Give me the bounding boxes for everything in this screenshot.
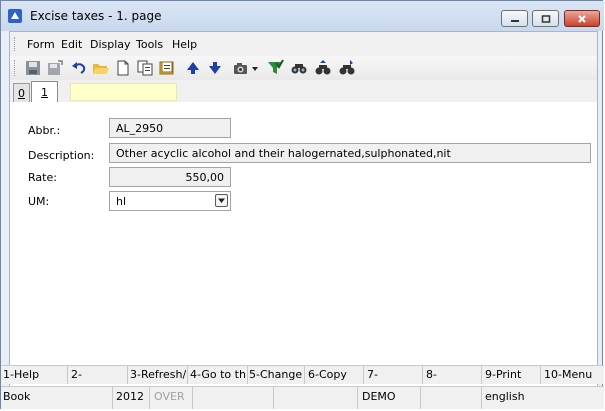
status-database: DEMO: [362, 390, 396, 403]
filter-check-icon[interactable]: [266, 59, 284, 77]
arrow-up-icon[interactable]: [184, 59, 202, 77]
menu-edit[interactable]: Edit: [61, 38, 82, 51]
tab-page-1[interactable]: 1: [31, 81, 58, 103]
form-panel: Abbr.: AL_2950 Description: Other acycli…: [10, 102, 597, 364]
fkey-5[interactable]: 5-Change: [249, 368, 304, 381]
separator: [273, 387, 274, 409]
new-document-icon[interactable]: [114, 59, 132, 77]
rate-label: Rate:: [28, 171, 57, 184]
status-mode: OVER: [154, 390, 185, 403]
description-field[interactable]: Other acyclic alcohol and their halogern…: [109, 143, 591, 163]
save-icon[interactable]: [24, 59, 42, 77]
form-area: Form Edit Display Tools Help 0 1 Abbr.: …: [9, 31, 598, 402]
toolbar: [10, 56, 597, 81]
menu-form[interactable]: Form: [27, 38, 55, 51]
status-bar: Book 2012 OVER DEMO english: [1, 386, 604, 409]
close-icon: [578, 14, 586, 23]
separator: [192, 387, 193, 409]
app-icon: [8, 9, 22, 23]
description-label: Description:: [28, 149, 95, 162]
separator: [149, 387, 150, 409]
um-label: UM:: [28, 195, 50, 208]
fkey-8[interactable]: 8-: [426, 368, 480, 381]
um-selected-value: hl: [116, 195, 127, 208]
menu-display[interactable]: Display: [90, 38, 131, 51]
function-key-bar: 1-Help 2- 3-Refresh/f 4-Go to the 5-Chan…: [1, 365, 604, 384]
menu-tools[interactable]: Tools: [136, 38, 163, 51]
abbr-field[interactable]: AL_2950: [109, 118, 231, 138]
minimize-button[interactable]: [501, 10, 528, 27]
minimize-icon: [510, 19, 519, 22]
find-next-icon[interactable]: [338, 59, 356, 77]
fkey-7[interactable]: 7-: [367, 368, 421, 381]
separator: [363, 366, 364, 384]
dropdown-arrow-icon[interactable]: [250, 59, 260, 77]
undo-icon[interactable]: [70, 59, 88, 77]
close-button[interactable]: [564, 10, 600, 27]
separator: [67, 366, 68, 384]
status-language: english: [485, 390, 525, 403]
toolbar-grip: [14, 60, 18, 76]
fkey-9[interactable]: 9-Print: [485, 368, 539, 381]
separator: [357, 387, 358, 409]
menu-bar: Form Edit Display Tools Help: [10, 32, 597, 57]
copy-document-icon[interactable]: [136, 59, 154, 77]
rate-field[interactable]: 550,00: [109, 167, 231, 187]
separator: [187, 366, 188, 384]
window-title: Excise taxes - 1. page: [30, 9, 162, 23]
save-as-icon[interactable]: [46, 59, 64, 77]
tab-caption-field: [70, 83, 177, 101]
menu-grip: [14, 37, 18, 51]
fkey-6[interactable]: 6-Copy: [308, 368, 361, 381]
arrow-down-icon[interactable]: [206, 59, 224, 77]
title-bar[interactable]: Excise taxes - 1. page: [1, 1, 604, 31]
separator: [112, 387, 113, 409]
status-book: Book: [3, 390, 31, 403]
tab-label: 0: [18, 87, 25, 100]
app-window: Excise taxes - 1. page Form Edit Display…: [0, 0, 604, 409]
separator: [420, 387, 421, 409]
book-icon[interactable]: [158, 59, 176, 77]
status-year: 2012: [116, 390, 144, 403]
find-previous-icon[interactable]: [314, 59, 332, 77]
abbr-label: Abbr.:: [28, 124, 61, 137]
fkey-3[interactable]: 3-Refresh/f: [130, 368, 186, 381]
separator: [127, 366, 128, 384]
separator: [481, 387, 482, 409]
camera-icon[interactable]: [232, 59, 250, 77]
chevron-down-icon: [218, 198, 225, 203]
find-icon[interactable]: [290, 59, 308, 77]
tab-page-0[interactable]: 0: [13, 83, 30, 102]
menu-help[interactable]: Help: [172, 38, 197, 51]
open-folder-icon[interactable]: [92, 59, 110, 77]
separator: [304, 366, 305, 384]
tab-label: 1: [41, 86, 48, 99]
separator: [422, 366, 423, 384]
maximize-icon: [541, 14, 550, 23]
separator: [540, 366, 541, 384]
fkey-4[interactable]: 4-Go to the: [190, 368, 246, 381]
separator: [247, 366, 248, 384]
page-tabs: 0 1: [10, 80, 597, 103]
fkey-2[interactable]: 2-: [71, 368, 126, 381]
separator: [481, 366, 482, 384]
um-select[interactable]: hl: [109, 191, 231, 211]
fkey-10[interactable]: 10-Menu: [544, 368, 602, 381]
maximize-button[interactable]: [532, 10, 559, 27]
fkey-1[interactable]: 1-Help: [3, 368, 58, 381]
um-dropdown-button[interactable]: [215, 194, 228, 207]
